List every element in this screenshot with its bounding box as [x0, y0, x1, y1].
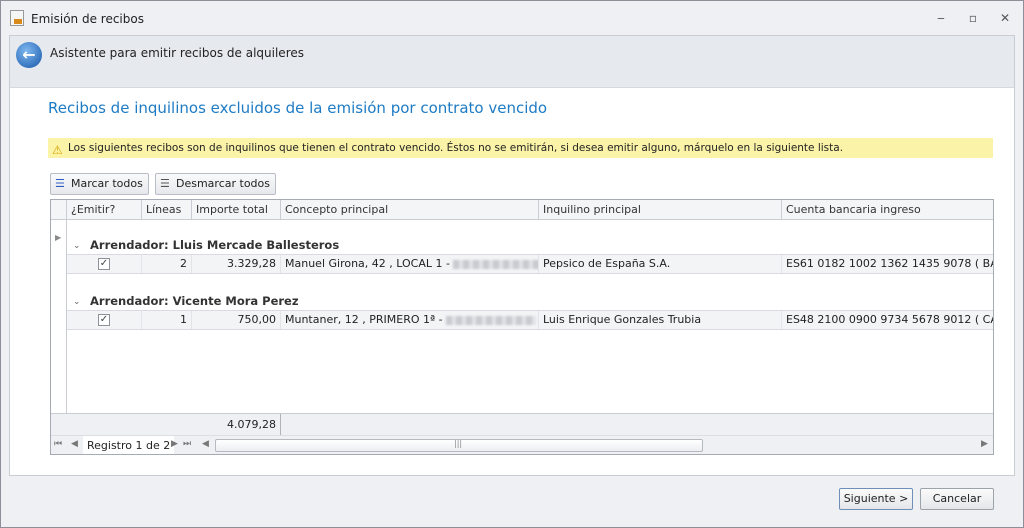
emitir-cell[interactable]: ✓: [67, 311, 142, 329]
table-row[interactable]: ✓ 1 750,00 Muntaner, 12 , PRIMERO 1ª - L…: [67, 310, 993, 330]
wizard-title: Asistente para emitir recibos de alquile…: [50, 46, 304, 60]
table-row[interactable]: ✓ 2 3.329,28 Manuel Girona, 42 , LOCAL 1…: [67, 254, 993, 274]
redacted-text: [453, 259, 538, 269]
concepto-cell: Manuel Girona, 42 , LOCAL 1 -: [281, 255, 539, 273]
row-indicator-column: [51, 220, 67, 413]
emitir-cell[interactable]: ✓: [67, 255, 142, 273]
scroll-right-icon[interactable]: ▶: [981, 439, 988, 449]
importe-cell: 3.329,28: [192, 255, 281, 273]
checklist-icon: ☰: [55, 177, 65, 190]
maximize-button[interactable]: ▫: [963, 9, 983, 27]
unmark-all-label: Desmarcar todos: [176, 177, 270, 190]
next-record-icon[interactable]: ▶: [171, 439, 178, 449]
lineas-cell: 1: [142, 311, 192, 329]
column-header-lineas[interactable]: Líneas: [142, 200, 192, 220]
unmark-all-button[interactable]: ☰ Desmarcar todos: [155, 173, 276, 195]
group-header[interactable]: Arrendador: Vicente Mora Perez: [90, 294, 299, 308]
column-header-inquilino[interactable]: Inquilino principal: [539, 200, 782, 220]
column-header-emitir[interactable]: ¿Emitir?: [67, 200, 142, 220]
concepto-text: Muntaner, 12 , PRIMERO 1ª -: [285, 313, 447, 326]
redacted-text: [446, 315, 537, 325]
column-header-cuenta[interactable]: Cuenta bancaria ingreso: [782, 200, 993, 220]
mark-all-label: Marcar todos: [71, 177, 143, 190]
title-bar: Emisión de recibos ‒ ▫ ✕: [1, 1, 1023, 35]
column-header-concepto[interactable]: Concepto principal: [281, 200, 539, 220]
cancel-button[interactable]: Cancelar: [920, 488, 994, 510]
mark-all-button[interactable]: ☰ Marcar todos: [50, 173, 149, 195]
collapse-chevron-icon[interactable]: ⌄: [73, 297, 81, 307]
prev-record-icon[interactable]: ◀: [71, 439, 78, 449]
horizontal-scrollbar-thumb[interactable]: |||: [215, 439, 703, 452]
window-title: Emisión de recibos: [31, 12, 144, 26]
cuenta-cell: ES61 0182 1002 1362 1435 9078 ( BANCO BI…: [782, 255, 993, 273]
scroll-left-icon[interactable]: ◀: [202, 439, 209, 449]
record-navigator: ⏮ ◀ Registro 1 de 2 ▶ ⏭ ◀ ||| ▶: [51, 435, 993, 454]
inquilino-cell: Pepsico de España S.A.: [539, 255, 782, 273]
lineas-cell: 2: [142, 255, 192, 273]
warning-text: Los siguientes recibos son de inquilinos…: [68, 142, 844, 154]
back-arrow-icon[interactable]: ←: [16, 42, 42, 68]
emitir-checkbox[interactable]: ✓: [98, 258, 110, 270]
total-importe: 4.079,28: [192, 414, 281, 435]
first-record-icon[interactable]: ⏮: [54, 439, 62, 449]
group-header[interactable]: Arrendador: Lluis Mercade Ballesteros: [90, 238, 339, 252]
page-heading: Recibos de inquilinos excluidos de la em…: [48, 99, 548, 117]
last-record-icon[interactable]: ⏭: [183, 439, 191, 449]
wizard-button-bar: Siguiente > Cancelar: [9, 476, 1015, 521]
warning-banner: ⚠ Los siguientes recibos son de inquilin…: [48, 138, 993, 158]
checklist-icon: ☰: [160, 177, 170, 190]
warning-icon: ⚠: [52, 143, 63, 157]
record-counter: Registro 1 de 2: [83, 436, 175, 454]
next-button[interactable]: Siguiente >: [839, 488, 913, 510]
importe-cell: 750,00: [192, 311, 281, 329]
concepto-cell: Muntaner, 12 , PRIMERO 1ª -: [281, 311, 539, 329]
column-header-importe[interactable]: Importe total: [192, 200, 281, 220]
close-button[interactable]: ✕: [995, 9, 1015, 27]
window: Emisión de recibos ‒ ▫ ✕ ← Asistente par…: [0, 0, 1024, 528]
wizard-header: ← Asistente para emitir recibos de alqui…: [9, 35, 1015, 87]
minimize-button[interactable]: ‒: [931, 9, 951, 27]
inquilino-cell: Luis Enrique Gonzales Trubia: [539, 311, 782, 329]
app-icon: [10, 10, 24, 26]
indicator-header: [51, 200, 67, 220]
collapse-chevron-icon[interactable]: ⌄: [73, 241, 81, 251]
wizard-content: Recibos de inquilinos excluidos de la em…: [9, 87, 1015, 476]
emitir-checkbox[interactable]: ✓: [98, 314, 110, 326]
grid-footer: 4.079,28: [51, 413, 993, 435]
concepto-text: Manuel Girona, 42 , LOCAL 1 -: [285, 257, 454, 270]
receipts-grid: ¿Emitir? Líneas Importe total Concepto p…: [50, 199, 994, 455]
current-row-indicator-icon: ▶: [55, 233, 62, 242]
cuenta-cell: ES48 2100 0900 9734 5678 9012 ( CAIXABAN…: [782, 311, 993, 329]
